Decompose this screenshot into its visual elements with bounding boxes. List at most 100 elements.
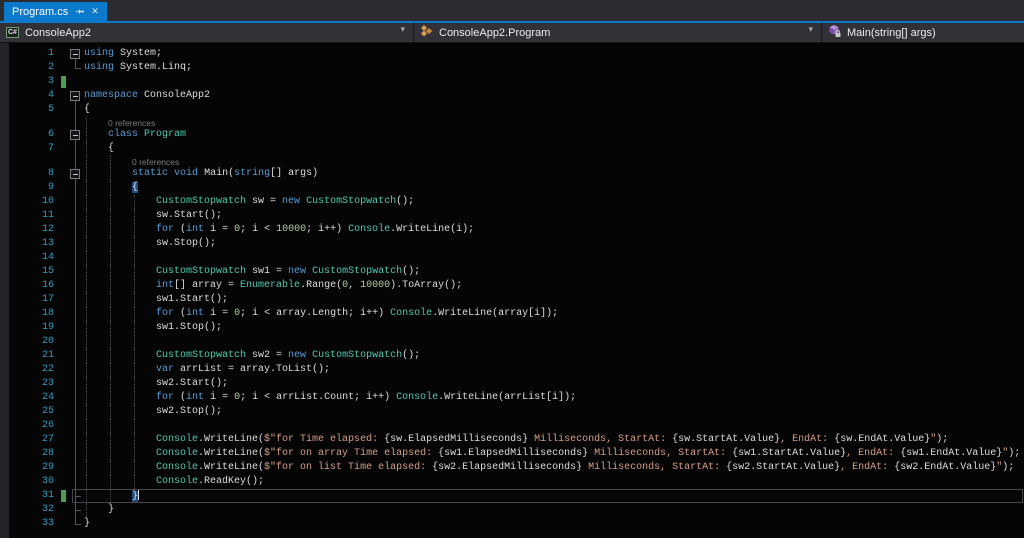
code-line[interactable]: 10 CustomStopwatch sw = new CustomStopwa… [0,195,1024,209]
code-line[interactable]: 15 CustomStopwatch sw1 = new CustomStopw… [0,265,1024,279]
tab-program-cs[interactable]: Program.cs ✕ [4,2,107,21]
code-line[interactable]: 7 { [0,142,1024,156]
code-text: CustomStopwatch sw = new CustomStopwatch… [84,195,414,209]
code-line[interactable]: 30 Console.ReadKey(); [0,475,1024,489]
line-number[interactable]: 25 [0,405,54,419]
fold-toggle-icon[interactable] [70,130,80,140]
line-number[interactable]: 7 [0,142,54,156]
fold-toggle-icon[interactable] [70,49,80,59]
code-line[interactable]: 20 [0,335,1024,349]
line-number[interactable]: 21 [0,349,54,363]
chevron-down-icon: ▾ [400,24,405,35]
indent-guide [86,251,87,265]
code-line[interactable]: 16 int[] array = Enumerable.Range(0, 100… [0,279,1024,293]
line-number[interactable]: 8 [0,167,54,181]
code-line[interactable]: 17 sw1.Start(); [0,293,1024,307]
code-line[interactable]: 24 for (int i = 0; i < arrList.Count; i+… [0,391,1024,405]
line-number[interactable]: 12 [0,223,54,237]
outlining-margin [68,405,84,419]
line-number[interactable]: 1 [0,47,54,61]
code-line[interactable]: 11 sw.Start(); [0,209,1024,223]
line-number[interactable]: 19 [0,321,54,335]
code-line[interactable]: 3 [0,75,1024,89]
fold-toggle-icon[interactable] [70,91,80,101]
pin-icon[interactable] [74,6,85,17]
line-number[interactable]: 14 [0,251,54,265]
code-line[interactable]: 29 Console.WriteLine($"for on list Time … [0,461,1024,475]
line-number[interactable]: 10 [0,195,54,209]
outlining-margin [68,363,84,377]
code-line[interactable]: 31 } [0,489,1024,503]
line-number[interactable]: 30 [0,475,54,489]
outlining-margin [68,377,84,391]
line-number[interactable]: 27 [0,433,54,447]
line-number[interactable]: 23 [0,377,54,391]
codelens-references[interactable]: 0 references [132,157,179,167]
type-dropdown-label: ConsoleApp2.Program [439,27,550,39]
code-line[interactable]: 28 Console.WriteLine($"for on array Time… [0,447,1024,461]
code-line[interactable]: 19 sw1.Stop(); [0,321,1024,335]
line-number[interactable]: 29 [0,461,54,475]
code-line[interactable]: 33} [0,517,1024,531]
line-number[interactable]: 9 [0,181,54,195]
code-text: int[] array = Enumerable.Range(0, 10000)… [84,279,462,293]
code-line[interactable]: 25 sw2.Stop(); [0,405,1024,419]
line-number[interactable]: 16 [0,279,54,293]
code-line[interactable]: 4namespace ConsoleApp2 [0,89,1024,103]
line-number[interactable]: 33 [0,517,54,531]
member-dropdown[interactable]: Main(string[] args) [821,23,1024,42]
code-line[interactable]: 26 [0,419,1024,433]
code-line[interactable]: 1using System; [0,47,1024,61]
indent-guide [86,117,87,128]
codelens-row[interactable]: 0 references [0,117,1024,128]
fold-toggle-icon[interactable] [70,169,80,179]
code-line[interactable]: 12 for (int i = 0; i < 10000; i++) Conso… [0,223,1024,237]
outlining-margin [68,209,84,223]
line-number[interactable]: 20 [0,335,54,349]
line-number[interactable]: 15 [0,265,54,279]
type-dropdown[interactable]: ConsoleApp2.Program ▾ [413,23,820,42]
code-line[interactable]: 27 Console.WriteLine($"for Time elapsed:… [0,433,1024,447]
line-number[interactable]: 22 [0,363,54,377]
codelens-references[interactable]: 0 references [108,118,155,128]
code-text: Console.WriteLine($"for on array Time el… [84,447,1020,461]
code-line[interactable]: 23 sw2.Start(); [0,377,1024,391]
line-number[interactable]: 3 [0,75,54,89]
line-number[interactable]: 32 [0,503,54,517]
code-text: class Program [84,128,186,142]
code-line[interactable]: 14 [0,251,1024,265]
code-line[interactable]: 32 } [0,503,1024,517]
code-line[interactable]: 2using System.Linq; [0,61,1024,75]
line-number[interactable]: 13 [0,237,54,251]
line-number[interactable]: 24 [0,391,54,405]
line-number[interactable]: 6 [0,128,54,142]
outlining-margin [68,61,84,75]
outlining-margin [68,447,84,461]
line-number[interactable]: 2 [0,61,54,75]
codelens-row[interactable]: 0 references [0,156,1024,167]
outlining-margin [68,503,84,517]
code-line[interactable]: 22 var arrList = array.ToList(); [0,363,1024,377]
code-text: } [84,503,114,517]
line-number[interactable]: 18 [0,307,54,321]
code-line[interactable]: 5{ [0,103,1024,117]
code-line[interactable]: 13 sw.Stop(); [0,237,1024,251]
code-line[interactable]: 8 static void Main(string[] args) [0,167,1024,181]
code-line[interactable]: 6 class Program [0,128,1024,142]
code-line[interactable]: 9 { [0,181,1024,195]
line-number[interactable]: 11 [0,209,54,223]
line-number[interactable]: 17 [0,293,54,307]
close-icon[interactable]: ✕ [91,7,99,16]
indent-guide [86,335,87,349]
project-dropdown[interactable]: C# ConsoleApp2 ▾ [0,23,412,42]
line-number[interactable]: 5 [0,103,54,117]
line-number[interactable]: 26 [0,419,54,433]
code-line[interactable]: 21 CustomStopwatch sw2 = new CustomStopw… [0,349,1024,363]
line-number[interactable]: 31 [0,489,54,503]
line-number[interactable]: 4 [0,89,54,103]
outlining-margin [68,251,84,265]
line-number[interactable]: 28 [0,447,54,461]
code-editor[interactable]: 1using System;2using System.Linq;34names… [0,43,1024,538]
code-line[interactable]: 18 for (int i = 0; i < array.Length; i++… [0,307,1024,321]
text-caret [138,489,139,500]
